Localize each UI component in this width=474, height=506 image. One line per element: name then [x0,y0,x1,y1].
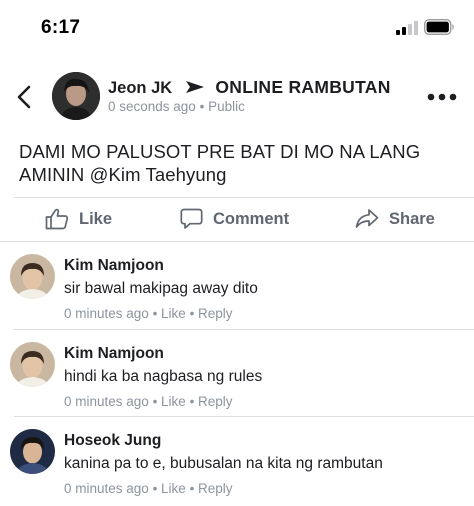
post-timestamp[interactable]: 0 seconds ago [108,99,196,114]
comment-text: sir bawal makipag away dito [64,280,258,297]
thumbs-up-icon [45,208,69,230]
comment-time: 0 minutes ago [64,306,149,321]
battery-icon [424,19,454,35]
post-text: DAMI MO PALUSOT PRE BAT DI MO NA LANG AM… [19,141,421,185]
comment-item: Kim Namjoon hindi ka ba nagbasa ng rules… [0,330,474,416]
share-label: Share [389,209,435,228]
meta-separator: • [185,481,199,496]
meta-separator: • [185,394,199,409]
comment-text: kanina pa to e, bubusalan na kita ng ram… [64,455,383,472]
comment-like-link[interactable]: Like [161,394,186,409]
meta-separator: • [148,394,162,409]
comment-time: 0 minutes ago [64,394,149,409]
post-actions: Like Comment Share [0,198,474,240]
author-avatar[interactable] [52,72,100,120]
comment-reply-link[interactable]: Reply [198,306,233,321]
comment-meta: 0 minutes ago • Like • Reply [64,394,233,409]
comment-bubble-icon [180,208,203,229]
comment-meta: 0 minutes ago • Like • Reply [64,481,233,496]
meta-separator: • [185,306,199,321]
like-label: Like [79,209,113,228]
commenter-name[interactable]: Kim Namjoon [64,257,164,275]
comment-reply-link[interactable]: Reply [198,394,233,409]
post-privacy: Public [208,99,245,114]
commenter-avatar[interactable] [10,342,55,387]
comment-text: hindi ka ba nagbasa ng rules [64,368,263,385]
more-options-icon[interactable] [426,92,458,102]
status-bar: 6:17 [0,0,474,56]
commenter-name[interactable]: Hoseok Jung [64,432,161,450]
post-header: Jeon JK ONLINE RAMBUTAN 0 seconds ago • … [0,60,474,130]
group-name[interactable]: ONLINE RAMBUTAN [215,77,390,97]
commenter-name[interactable]: Kim Namjoon [64,345,164,363]
like-button[interactable]: Like [45,198,112,240]
meta-separator: • [148,481,162,496]
status-time: 6:17 [41,17,81,38]
comment-like-link[interactable]: Like [161,481,186,496]
share-button[interactable]: Share [355,198,435,240]
post-author-line: Jeon JK ONLINE RAMBUTAN [108,77,391,98]
comment-meta: 0 minutes ago • Like • Reply [64,306,233,321]
commenter-avatar[interactable] [10,429,55,474]
cellular-signal-icon [396,21,418,35]
posted-to-arrow-icon [185,81,204,93]
commenter-avatar[interactable] [10,254,55,299]
chevron-left-icon[interactable] [14,84,36,110]
comment-button[interactable]: Comment [180,198,289,240]
meta-separator: • [148,306,162,321]
comment-label: Comment [213,209,290,228]
comment-reply-link[interactable]: Reply [198,481,233,496]
comment-like-link[interactable]: Like [161,306,186,321]
comment-item: Kim Namjoon sir bawal makipag away dito … [0,242,474,328]
share-arrow-icon [355,209,379,228]
author-name[interactable]: Jeon JK [108,79,172,97]
comment-time: 0 minutes ago [64,481,149,496]
comment-item: Hoseok Jung kanina pa to e, bubusalan na… [0,417,474,503]
post-meta: 0 seconds ago • Public [108,99,245,114]
meta-separator: • [195,99,209,114]
